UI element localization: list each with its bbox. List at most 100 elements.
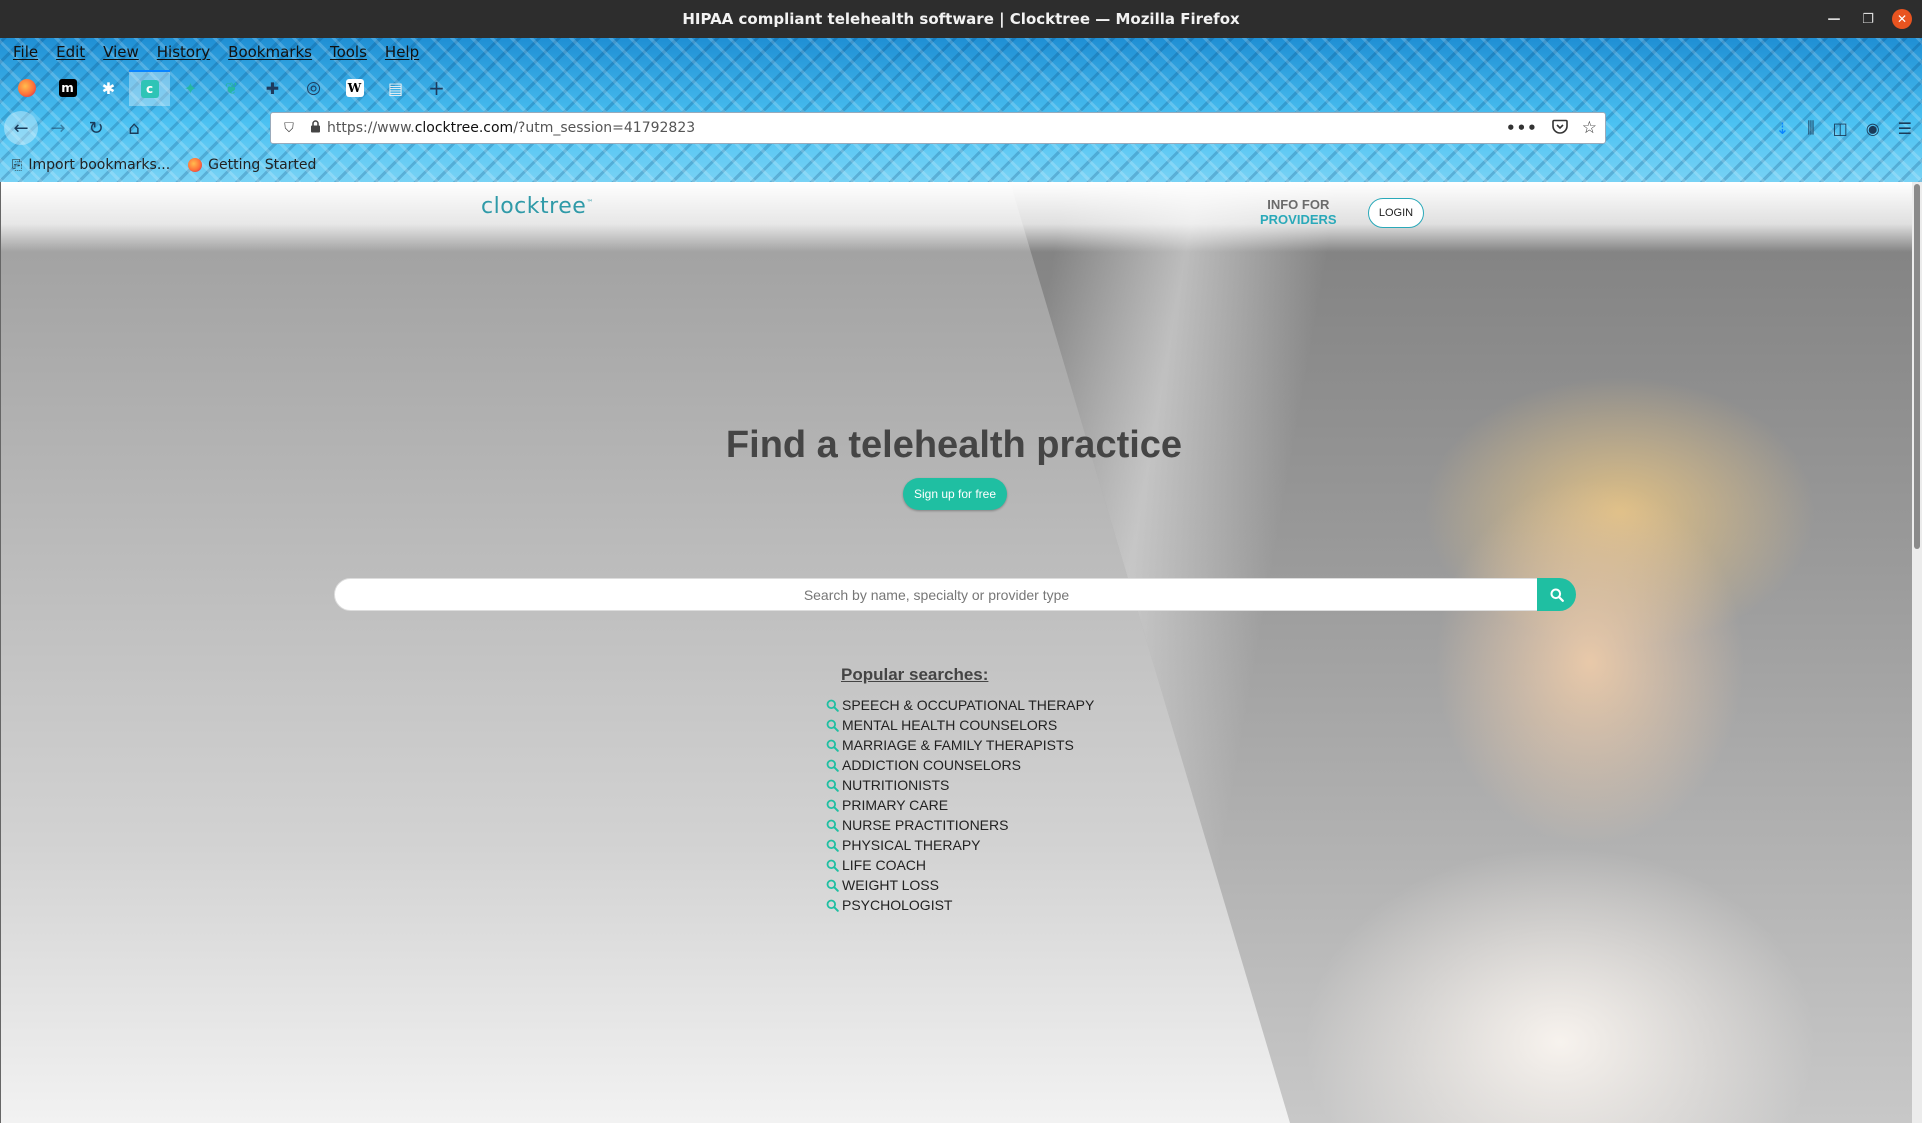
- menu-view[interactable]: View: [94, 43, 148, 61]
- close-icon[interactable]: ✕: [1892, 9, 1912, 29]
- info-for-providers-link[interactable]: INFO FOR PROVIDERS: [1260, 197, 1337, 227]
- tab-leaf-1[interactable]: ✦: [170, 70, 211, 106]
- search-icon: [1550, 588, 1564, 602]
- tab-strip: m ✱ c ✦ ❦ ✚ ◎ W ▤ +: [6, 70, 457, 106]
- popular-search-item[interactable]: NURSE PRACTITIONERS: [826, 815, 1094, 835]
- menu-bar: File Edit View History Bookmarks Tools H…: [4, 38, 428, 66]
- search-bar: [334, 578, 1576, 611]
- login-button[interactable]: LOGIN: [1368, 198, 1424, 228]
- menu-history[interactable]: History: [148, 43, 219, 61]
- popular-search-item[interactable]: PRIMARY CARE: [826, 795, 1094, 815]
- toolbar-right: ⇣ ⫼ ◫ ◉ ☰: [1776, 110, 1912, 146]
- puzzle-icon: ✚: [265, 78, 280, 98]
- tab-gear[interactable]: ✱: [88, 70, 129, 106]
- firefox-icon: [17, 79, 36, 97]
- search-icon: [826, 799, 839, 812]
- search-icon: [826, 819, 839, 832]
- popular-search-item[interactable]: ADDICTION COUNSELORS: [826, 755, 1094, 775]
- forward-arrow-icon: →: [50, 117, 66, 139]
- minimize-icon[interactable]: —: [1824, 9, 1844, 29]
- popular-search-item[interactable]: MENTAL HEALTH COUNSELORS: [826, 715, 1094, 735]
- gear-icon: ✱: [101, 78, 116, 98]
- sidebar-icon[interactable]: ◫: [1833, 119, 1848, 138]
- search-icon: [826, 739, 839, 752]
- maximize-icon[interactable]: ❐: [1858, 9, 1878, 29]
- tab-globe[interactable]: ◎: [293, 70, 334, 106]
- search-input[interactable]: [334, 578, 1539, 611]
- logo-trademark: ™: [586, 198, 594, 207]
- popular-search-item[interactable]: NUTRITIONISTS: [826, 775, 1094, 795]
- lock-icon[interactable]: [307, 119, 323, 137]
- page-scrollbar[interactable]: [1912, 182, 1922, 1123]
- popular-search-item[interactable]: SPEECH & OCCUPATIONAL THERAPY: [826, 695, 1094, 715]
- url-suffix: /?utm_session=41792823: [513, 120, 696, 136]
- bookmark-import-label: Import bookmarks...: [28, 157, 171, 173]
- menu-edit[interactable]: Edit: [47, 43, 94, 61]
- tab-wikipedia[interactable]: W: [334, 70, 375, 106]
- search-icon: [826, 779, 839, 792]
- window-titlebar: HIPAA compliant telehealth software | Cl…: [0, 0, 1922, 38]
- bookmark-star-icon[interactable]: ☆: [1582, 118, 1597, 138]
- forward-button[interactable]: →: [40, 113, 76, 143]
- pocket-icon[interactable]: [1551, 119, 1568, 138]
- tab-leaf-2[interactable]: ❦: [211, 70, 252, 106]
- popular-search-label: ADDICTION COUNSELORS: [842, 757, 1021, 773]
- account-icon[interactable]: ◉: [1866, 119, 1880, 138]
- window-title: HIPAA compliant telehealth software | Cl…: [682, 10, 1240, 28]
- window-controls: — ❐ ✕: [1824, 9, 1912, 29]
- popular-search-item[interactable]: PSYCHOLOGIST: [826, 895, 1094, 915]
- downloads-icon[interactable]: ⇣: [1776, 119, 1789, 138]
- address-bar-actions: ••• ☆: [1506, 113, 1597, 143]
- url-prefix: https://www.: [327, 120, 415, 136]
- popular-search-label: SPEECH & OCCUPATIONAL THERAPY: [842, 697, 1095, 713]
- popular-search-item[interactable]: LIFE COACH: [826, 855, 1094, 875]
- library-icon[interactable]: ⫼: [1807, 118, 1814, 138]
- info-for-label: INFO FOR: [1267, 197, 1330, 212]
- menu-tools[interactable]: Tools: [321, 43, 376, 61]
- tab-m[interactable]: m: [47, 70, 88, 106]
- back-button[interactable]: ←: [4, 111, 38, 145]
- tab-extension[interactable]: ✚: [252, 70, 293, 106]
- search-button[interactable]: [1537, 578, 1576, 611]
- popular-search-item[interactable]: WEIGHT LOSS: [826, 875, 1094, 895]
- bookmark-getting-started[interactable]: Getting Started: [188, 157, 316, 173]
- popular-search-label: PSYCHOLOGIST: [842, 897, 953, 913]
- hamburger-menu-icon[interactable]: ☰: [1898, 119, 1912, 138]
- leaf-icon: ✦: [183, 78, 198, 98]
- reload-button[interactable]: ↻: [78, 113, 114, 143]
- url-text[interactable]: https://www.clocktree.com/?utm_session=4…: [327, 120, 695, 136]
- popular-search-item[interactable]: MARRIAGE & FAMILY THERAPISTS: [826, 735, 1094, 755]
- search-icon: [826, 699, 839, 712]
- search-icon: [826, 839, 839, 852]
- popular-search-item[interactable]: PHYSICAL THERAPY: [826, 835, 1094, 855]
- new-tab-button[interactable]: +: [416, 70, 457, 106]
- tab-firefox[interactable]: [6, 70, 47, 106]
- popular-search-label: WEIGHT LOSS: [842, 877, 939, 893]
- popular-search-label: MENTAL HEALTH COUNSELORS: [842, 717, 1058, 733]
- bookmark-import[interactable]: ⎘ Import bookmarks...: [12, 157, 170, 173]
- clocktree-logo[interactable]: clocktree™: [481, 194, 594, 219]
- address-bar[interactable]: ⛉ https://www.clocktree.com/?utm_session…: [270, 112, 1606, 144]
- plus-icon: +: [428, 76, 445, 100]
- popular-search-label: LIFE COACH: [842, 857, 927, 873]
- hero-title: Find a telehealth practice: [725, 424, 1183, 466]
- signup-button[interactable]: Sign up for free: [903, 478, 1007, 510]
- url-domain: clocktree.com: [414, 120, 514, 136]
- home-icon: ⌂: [128, 117, 140, 139]
- tab-reader[interactable]: ▤: [375, 70, 416, 106]
- menu-help[interactable]: Help: [376, 43, 428, 61]
- menu-bookmarks[interactable]: Bookmarks: [219, 43, 321, 61]
- popular-searches-title: Popular searches:: [841, 665, 989, 684]
- menu-file[interactable]: File: [4, 43, 47, 61]
- providers-label: PROVIDERS: [1260, 212, 1337, 227]
- more-actions-icon[interactable]: •••: [1506, 119, 1538, 137]
- shield-icon[interactable]: ⛉: [277, 121, 301, 136]
- scrollbar-thumb[interactable]: [1914, 184, 1920, 549]
- popular-search-label: NUTRITIONISTS: [842, 777, 950, 793]
- browser-chrome: File Edit View History Bookmarks Tools H…: [0, 38, 1922, 182]
- home-button[interactable]: ⌂: [116, 113, 152, 143]
- search-icon: [826, 759, 839, 772]
- tab-clocktree[interactable]: c: [129, 70, 170, 106]
- logo-text: clocktree: [481, 194, 587, 219]
- search-icon: [826, 859, 839, 872]
